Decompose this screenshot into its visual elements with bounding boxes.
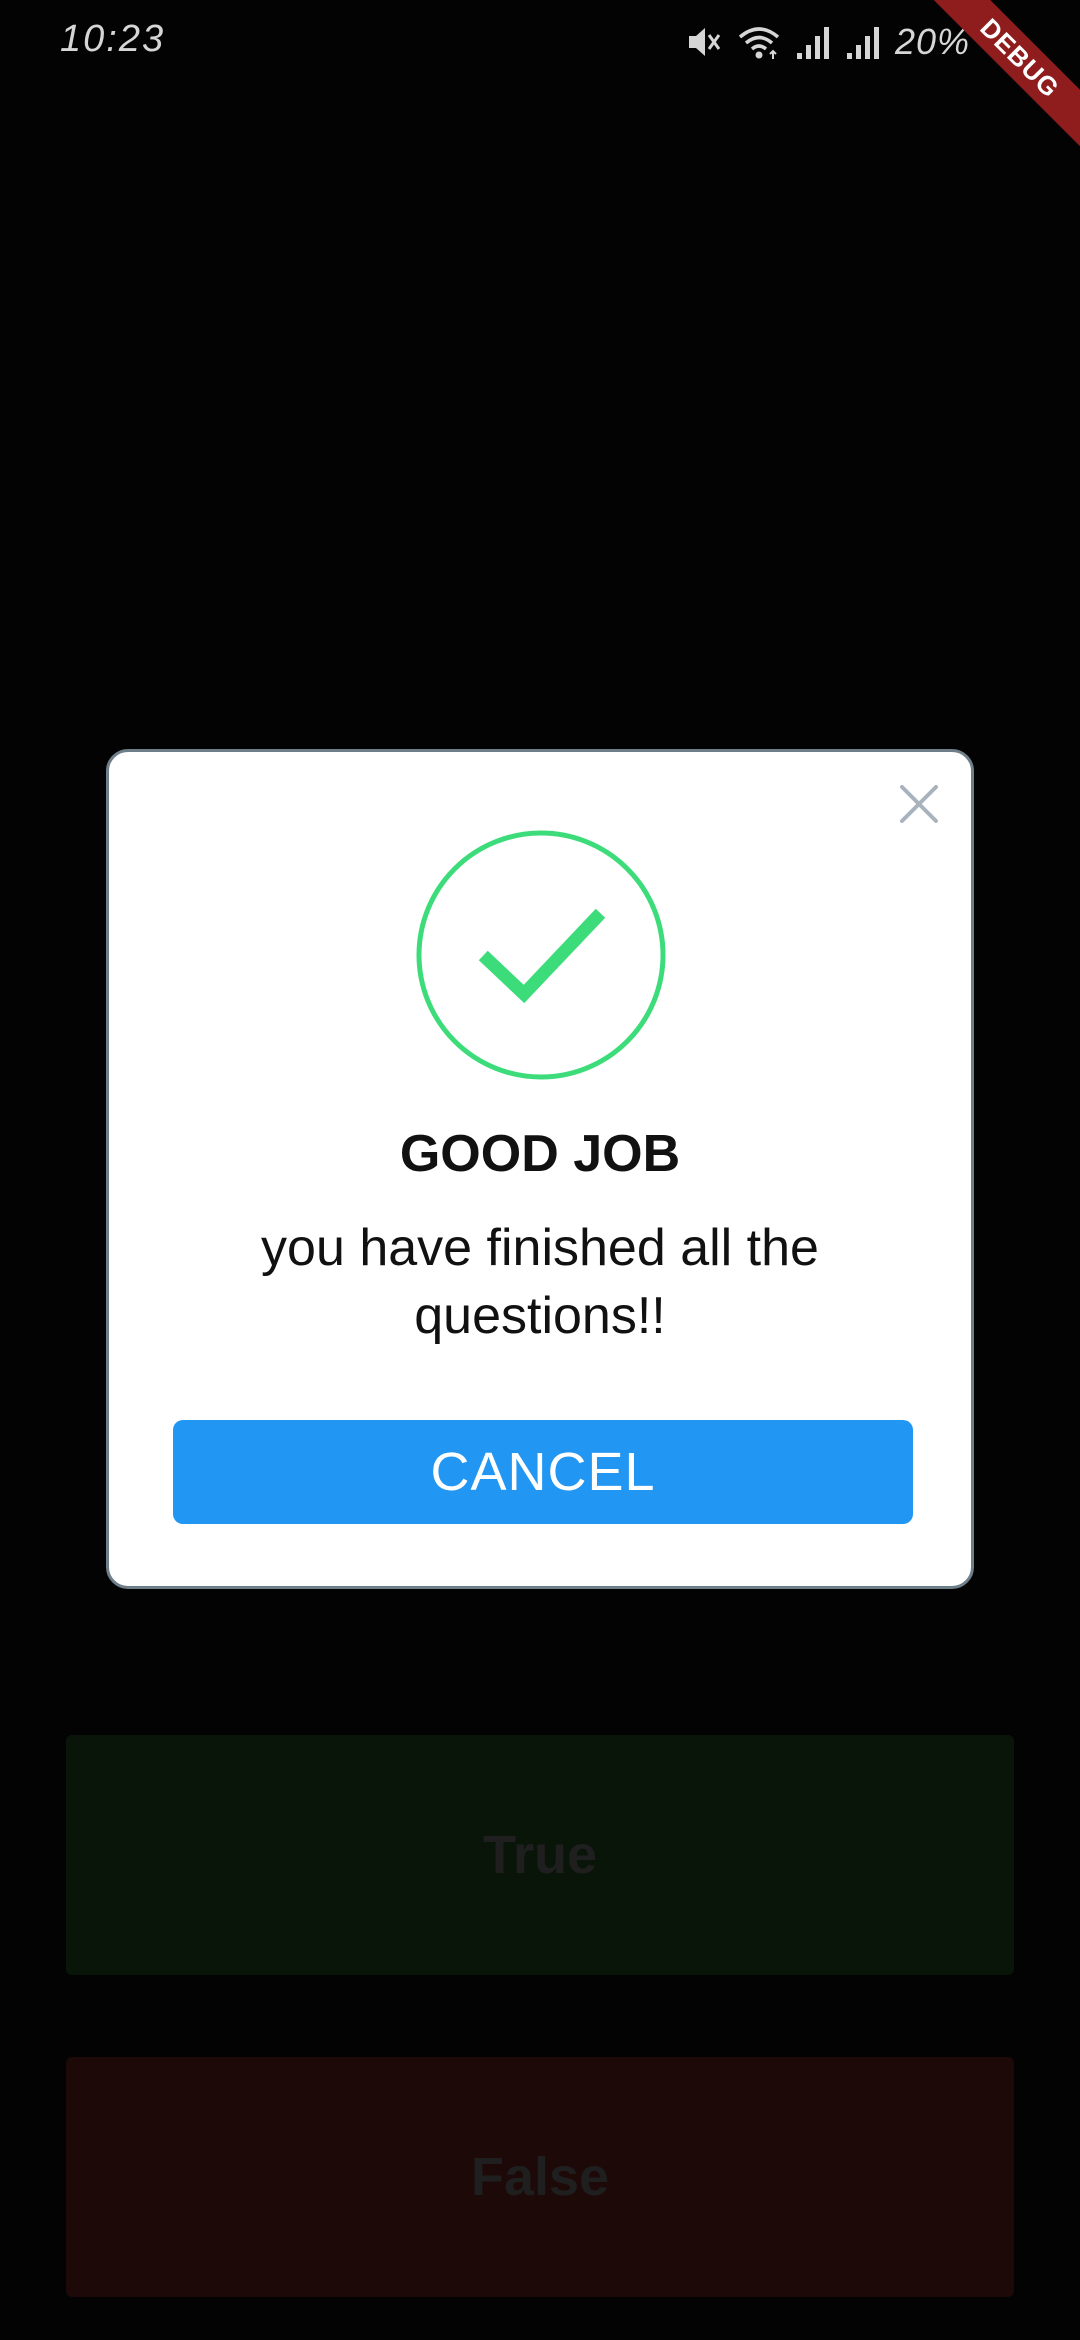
status-time: 10:23	[60, 18, 166, 60]
screen: 10:23 20% DEBUG True False GOOD JOB you …	[0, 0, 1080, 2340]
false-button[interactable]: False	[66, 2057, 1014, 2297]
false-button-label: False	[470, 2147, 610, 2207]
status-bar: 10:23 20%	[0, 0, 1080, 80]
cancel-button[interactable]: CANCEL	[173, 1420, 913, 1524]
cancel-button-label: CANCEL	[430, 1442, 656, 1502]
true-button[interactable]: True	[66, 1735, 1014, 1975]
true-button-label: True	[482, 1825, 598, 1885]
dialog-title: GOOD JOB	[399, 1125, 681, 1183]
success-dialog: GOOD JOB you have finished all the quest…	[106, 749, 974, 1589]
close-button[interactable]	[895, 780, 943, 828]
signal-icon	[795, 23, 831, 61]
wifi-icon	[737, 23, 781, 61]
dialog-message: you have finished all the questions!!	[261, 1219, 819, 1345]
status-icons: 20%	[685, 20, 970, 64]
signal-icon	[845, 23, 881, 61]
close-icon	[900, 785, 938, 823]
check-circle-icon	[416, 830, 666, 1080]
battery-percentage: 20%	[894, 21, 970, 62]
mute-icon	[685, 23, 723, 61]
